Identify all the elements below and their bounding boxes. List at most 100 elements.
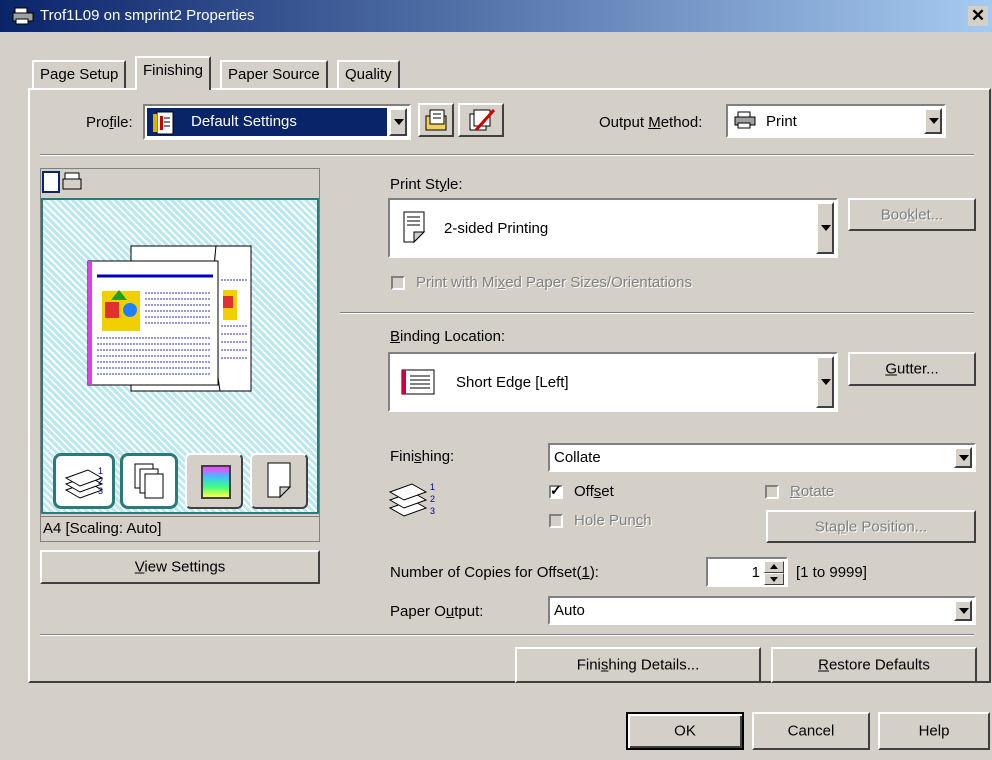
restore-defaults-label: Restore Defaults [818,656,930,674]
folder-add-icon [425,109,447,131]
gutter-label: Gutter... [885,360,939,378]
chevron-down-icon[interactable] [816,356,834,408]
output-method-label: Output Method: [599,114,703,131]
mixed-sizes-checkbox[interactable] [391,276,405,290]
svg-text:2: 2 [98,476,103,486]
title-bar[interactable]: Trof1L09 on smprint2 Properties ✕ [0,0,992,32]
svg-text:2: 2 [430,494,435,504]
binding-label: Binding Location: [390,328,506,345]
finishing-select[interactable]: Collate [548,443,976,472]
edit-profile-button[interactable] [458,103,504,137]
binding-edge-icon [401,369,435,395]
printer-icon [734,111,756,129]
printer-icon [12,7,34,25]
help-button[interactable]: Help [878,712,990,750]
binding-select[interactable]: Short Edge [Left] [388,352,838,412]
staple-position-label: Staple Position... [814,518,928,535]
profile-select[interactable]: Default Settings [143,104,411,140]
edit-icon [469,108,496,132]
chevron-down-icon[interactable] [954,447,972,468]
print-style-label: Print Style: [390,176,463,193]
booklet-label: Booklet... [880,206,944,223]
output-method-select[interactable]: Print [726,104,946,138]
finishing-label: Finishing: [390,448,455,465]
stack-icon [134,463,164,499]
copies-value: 1 [751,564,760,581]
chevron-up-icon [770,564,778,569]
chevron-down-icon[interactable] [924,108,942,134]
close-icon: ✕ [970,6,986,25]
duplex-mode-button[interactable] [250,453,308,509]
booklet-button[interactable]: Booklet... [848,198,976,231]
chevron-down-icon[interactable] [389,108,407,136]
offset-checkbox[interactable]: ✓ [549,482,563,499]
save-profile-button[interactable] [418,103,454,137]
help-label: Help [918,722,950,740]
offset-label: Offset [574,483,614,500]
color-icon [201,465,231,499]
divider [40,154,974,156]
divider [40,634,974,636]
ok-label: OK [674,722,696,740]
chevron-down-icon[interactable] [816,202,834,254]
tab-page-setup[interactable]: Page Setup [32,60,127,88]
view-settings-button[interactable]: View Settings [40,550,320,584]
duplex-icon [403,211,426,244]
tab-label: Quality [345,66,392,83]
staple-position-button[interactable]: Staple Position... [766,510,976,543]
paper-output-select[interactable]: Auto [548,596,976,625]
rotate-label: Rotate [790,483,835,500]
profile-value: Default Settings [191,113,297,130]
tab-paper-source[interactable]: Paper Source [220,60,328,88]
divider [340,312,974,314]
tab-quality[interactable]: Quality [337,60,400,88]
finishing-value: Collate [554,449,601,466]
paper-output-value: Auto [554,602,585,619]
document-preview [87,245,252,392]
gutter-button[interactable]: Gutter... [848,352,976,386]
rotate-checkbox[interactable] [765,485,779,499]
copies-label: Number of Copies for Offset(1): [390,564,599,581]
tab-label: Paper Source [228,66,320,83]
finishing-details-button[interactable]: Finishing Details... [515,647,761,683]
mixed-sizes-label: Print with Mixed Paper Sizes/Orientation… [416,274,692,291]
binding-value: Short Edge [Left] [456,374,569,391]
check-icon: ✓ [550,482,562,498]
svg-text:1: 1 [98,466,103,476]
preview-status-bar: A4 [Scaling: Auto] [41,516,319,542]
print-style-select[interactable]: 2-sided Printing [388,198,838,258]
chevron-down-icon[interactable] [954,600,972,621]
tab-label: Page Setup [40,66,119,83]
svg-text:3: 3 [430,506,435,516]
window-title: Trof1L09 on smprint2 Properties [40,7,255,24]
tab-finishing[interactable]: Finishing [135,56,212,90]
finishing-details-label: Finishing Details... [576,656,700,674]
output-method-value: Print [766,113,797,130]
svg-text:1: 1 [430,482,435,492]
chevron-down-icon [770,577,778,582]
page-view-icon[interactable] [42,171,60,193]
profile-label: Profile: [86,114,133,131]
paper-output-label: Paper Output: [390,603,484,620]
cancel-button[interactable]: Cancel [752,712,870,750]
close-button[interactable]: ✕ [968,6,988,26]
hole-punch-checkbox[interactable] [549,514,563,528]
printer-view-icon[interactable] [62,171,84,193]
copies-spinner[interactable]: 1 [706,557,788,587]
view-settings-label: View Settings [134,558,226,576]
profile-icon [153,111,174,135]
collate-mode-button[interactable]: 123 [53,453,115,509]
restore-defaults-button[interactable]: Restore Defaults [771,647,977,683]
color-mode-button[interactable] [185,453,243,509]
svg-text:3: 3 [98,486,103,496]
collate-icon: 123 [64,466,104,499]
ok-button[interactable]: OK [626,712,744,750]
copies-range: [1 to 9999] [796,564,867,581]
copies-mode-button[interactable] [120,453,178,509]
tab-label: Finishing [143,62,204,79]
spin-down-button[interactable] [764,573,784,585]
spin-up-button[interactable] [764,561,784,573]
duplex-icon [267,462,292,499]
collate-icon: 1 2 3 [388,482,435,517]
print-style-value: 2-sided Printing [444,220,549,237]
